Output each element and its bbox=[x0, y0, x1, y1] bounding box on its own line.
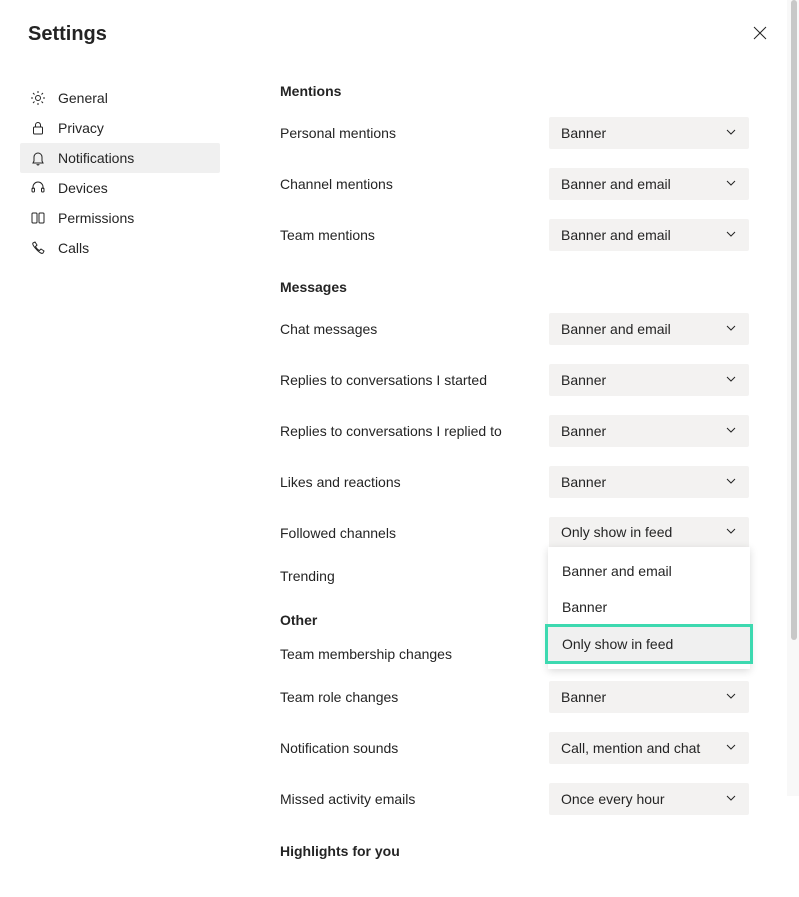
scrollbar[interactable] bbox=[787, 0, 799, 796]
dropdown-value: Once every hour bbox=[561, 791, 665, 807]
sidebar-item-general[interactable]: General bbox=[20, 83, 220, 113]
dropdown-option-banner-email[interactable]: Banner and email bbox=[548, 553, 750, 589]
setting-label: Missed activity emails bbox=[280, 791, 415, 807]
chevron-down-icon bbox=[725, 176, 737, 192]
lock-icon bbox=[30, 120, 46, 136]
bell-icon bbox=[30, 150, 46, 166]
dropdown-menu: Banner and email Banner Only show in fee… bbox=[548, 547, 750, 669]
setting-row: Personal mentions Banner bbox=[280, 117, 749, 149]
dropdown-notification-sounds[interactable]: Call, mention and chat bbox=[549, 732, 749, 764]
dropdown-value: Banner and email bbox=[561, 227, 671, 243]
setting-row: Chat messages Banner and email bbox=[280, 313, 749, 345]
chevron-down-icon bbox=[725, 227, 737, 243]
setting-label: Team role changes bbox=[280, 689, 398, 705]
dropdown-role-changes[interactable]: Banner bbox=[549, 681, 749, 713]
setting-label: Likes and reactions bbox=[280, 474, 401, 490]
dropdown-replies-started[interactable]: Banner bbox=[549, 364, 749, 396]
chevron-down-icon bbox=[725, 689, 737, 705]
dropdown-chat-messages[interactable]: Banner and email bbox=[549, 313, 749, 345]
setting-row: Team role changes Banner bbox=[280, 681, 749, 713]
setting-row: Notification sounds Call, mention and ch… bbox=[280, 732, 749, 764]
chevron-down-icon bbox=[725, 423, 737, 439]
setting-label: Channel mentions bbox=[280, 176, 393, 192]
setting-row: Missed activity emails Once every hour bbox=[280, 783, 749, 815]
dropdown-personal-mentions[interactable]: Banner bbox=[549, 117, 749, 149]
setting-row: Followed channels Only show in feed Bann… bbox=[280, 517, 749, 549]
setting-row: Team mentions Banner and email bbox=[280, 219, 749, 251]
close-button[interactable] bbox=[749, 22, 771, 47]
dropdown-value: Banner bbox=[561, 372, 606, 388]
dropdown-value: Banner bbox=[561, 474, 606, 490]
chevron-down-icon bbox=[725, 791, 737, 807]
setting-row: Likes and reactions Banner bbox=[280, 466, 749, 498]
chevron-down-icon bbox=[725, 474, 737, 490]
sidebar-item-label: Privacy bbox=[58, 120, 104, 136]
setting-row: Replies to conversations I replied to Ba… bbox=[280, 415, 749, 447]
chevron-down-icon bbox=[725, 524, 737, 540]
setting-label: Team membership changes bbox=[280, 646, 452, 662]
setting-row: Channel mentions Banner and email bbox=[280, 168, 749, 200]
main-content: Mentions Personal mentions Banner Channe… bbox=[220, 63, 799, 897]
chevron-down-icon bbox=[725, 740, 737, 756]
key-icon bbox=[30, 210, 46, 226]
close-icon bbox=[753, 26, 767, 43]
section-title-highlights: Highlights for you bbox=[280, 843, 749, 859]
section-title-messages: Messages bbox=[280, 279, 749, 295]
chevron-down-icon bbox=[725, 372, 737, 388]
dropdown-value: Call, mention and chat bbox=[561, 740, 700, 756]
dropdown-option-banner[interactable]: Banner bbox=[548, 589, 750, 625]
sidebar-item-label: Notifications bbox=[58, 150, 134, 166]
sidebar-item-label: Devices bbox=[58, 180, 108, 196]
dropdown-value: Banner bbox=[561, 125, 606, 141]
dropdown-value: Banner and email bbox=[561, 176, 671, 192]
setting-label: Replies to conversations I replied to bbox=[280, 423, 502, 439]
setting-row: Replies to conversations I started Banne… bbox=[280, 364, 749, 396]
page-title: Settings bbox=[28, 23, 107, 46]
dropdown-value: Banner bbox=[561, 689, 606, 705]
dropdown-followed-channels[interactable]: Only show in feed Banner and email Banne… bbox=[549, 517, 749, 549]
scrollbar-thumb[interactable] bbox=[791, 0, 797, 640]
dropdown-likes-reactions[interactable]: Banner bbox=[549, 466, 749, 498]
section-title-mentions: Mentions bbox=[280, 83, 749, 99]
setting-label: Replies to conversations I started bbox=[280, 372, 487, 388]
sidebar: General Privacy Notifications Devices Pe… bbox=[20, 63, 220, 897]
dropdown-option-only-feed[interactable]: Only show in feed bbox=[545, 624, 753, 664]
setting-label: Followed channels bbox=[280, 525, 396, 541]
dropdown-replies-replied[interactable]: Banner bbox=[549, 415, 749, 447]
sidebar-item-label: Calls bbox=[58, 240, 89, 256]
sidebar-item-privacy[interactable]: Privacy bbox=[20, 113, 220, 143]
dropdown-channel-mentions[interactable]: Banner and email bbox=[549, 168, 749, 200]
setting-label: Team mentions bbox=[280, 227, 375, 243]
dropdown-value: Only show in feed bbox=[561, 524, 672, 540]
chevron-down-icon bbox=[725, 125, 737, 141]
setting-label: Notification sounds bbox=[280, 740, 398, 756]
sidebar-item-devices[interactable]: Devices bbox=[20, 173, 220, 203]
setting-label: Trending bbox=[280, 568, 335, 584]
sidebar-item-notifications[interactable]: Notifications bbox=[20, 143, 220, 173]
dropdown-value: Banner and email bbox=[561, 321, 671, 337]
dropdown-team-mentions[interactable]: Banner and email bbox=[549, 219, 749, 251]
headset-icon bbox=[30, 180, 46, 196]
dropdown-value: Banner bbox=[561, 423, 606, 439]
chevron-down-icon bbox=[725, 321, 737, 337]
setting-label: Personal mentions bbox=[280, 125, 396, 141]
gear-icon bbox=[30, 90, 46, 106]
sidebar-item-calls[interactable]: Calls bbox=[20, 233, 220, 263]
sidebar-item-label: Permissions bbox=[58, 210, 134, 226]
phone-icon bbox=[30, 240, 46, 256]
dropdown-missed-emails[interactable]: Once every hour bbox=[549, 783, 749, 815]
sidebar-item-permissions[interactable]: Permissions bbox=[20, 203, 220, 233]
setting-label: Chat messages bbox=[280, 321, 377, 337]
sidebar-item-label: General bbox=[58, 90, 108, 106]
